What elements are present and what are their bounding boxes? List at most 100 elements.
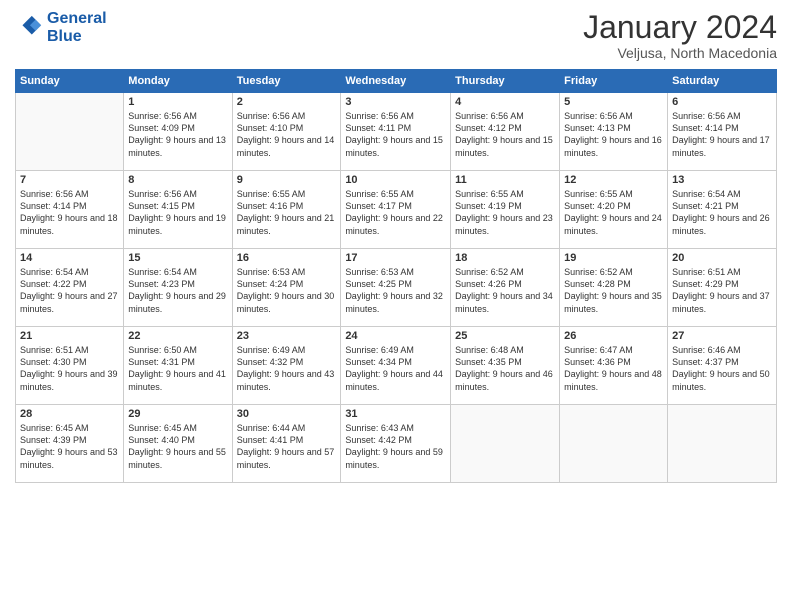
calendar-cell: 10 Sunrise: 6:55 AMSunset: 4:17 PMDayligh… <box>341 171 451 249</box>
header-day-wednesday: Wednesday <box>341 70 451 93</box>
calendar-cell: 12Sunrise: 6:55 AMSunset: 4:20 PMDayligh… <box>560 171 668 249</box>
day-info: Sunrise: 6:46 AMSunset: 4:37 PMDaylight:… <box>672 344 772 393</box>
day-info: Sunrise: 6:48 AMSunset: 4:35 PMDaylight:… <box>455 344 555 393</box>
calendar-cell: 13 Sunrise: 6:54 AMSunset: 4:21 PMDayligh… <box>668 171 777 249</box>
day-info: Sunrise: 6:47 AMSunset: 4:36 PMDaylight:… <box>564 344 663 393</box>
day-info: Sunrise: 6:53 AMSunset: 4:25 PMDaylight:… <box>345 266 446 315</box>
calendar-cell: 17Sunrise: 6:53 AMSunset: 4:25 PMDayligh… <box>341 249 451 327</box>
header-day-sunday: Sunday <box>16 70 124 93</box>
calendar-title: January 2024 <box>583 10 777 45</box>
calendar-cell <box>668 405 777 483</box>
calendar-cell: 7 Sunrise: 6:56 AMSunset: 4:14 PMDaylight… <box>16 171 124 249</box>
day-number: 7 <box>20 174 119 186</box>
day-info: Sunrise: 6:53 AMSunset: 4:24 PMDaylight:… <box>237 266 337 315</box>
day-number: 20 <box>672 252 772 264</box>
calendar-cell: 21 Sunrise: 6:51 AMSunset: 4:30 PMDayligh… <box>16 327 124 405</box>
calendar-week-4: 28 Sunrise: 6:45 AMSunset: 4:39 PMDayligh… <box>16 405 777 483</box>
day-info: Sunrise: 6:56 AMSunset: 4:13 PMDaylight:… <box>564 110 663 159</box>
calendar-cell: 1Sunrise: 6:56 AMSunset: 4:09 PMDaylight… <box>124 93 232 171</box>
calendar-cell: 16Sunrise: 6:53 AMSunset: 4:24 PMDayligh… <box>232 249 341 327</box>
calendar-cell: 3Sunrise: 6:56 AMSunset: 4:11 PMDaylight… <box>341 93 451 171</box>
day-info: Sunrise: 6:45 AMSunset: 4:40 PMDaylight:… <box>128 422 227 471</box>
calendar-cell: 5 Sunrise: 6:56 AMSunset: 4:13 PMDaylight… <box>560 93 668 171</box>
day-number: 1 <box>128 96 227 108</box>
calendar-cell <box>16 93 124 171</box>
day-info: Sunrise: 6:54 AMSunset: 4:23 PMDaylight:… <box>128 266 227 315</box>
calendar-cell: 11Sunrise: 6:55 AMSunset: 4:19 PMDayligh… <box>451 171 560 249</box>
calendar-week-0: 1Sunrise: 6:56 AMSunset: 4:09 PMDaylight… <box>16 93 777 171</box>
day-number: 9 <box>237 174 337 186</box>
day-info: Sunrise: 6:51 AMSunset: 4:29 PMDaylight:… <box>672 266 772 315</box>
logo: General Blue <box>15 10 107 45</box>
calendar-cell: 2 Sunrise: 6:56 AMSunset: 4:10 PMDaylight… <box>232 93 341 171</box>
day-number: 5 <box>564 96 663 108</box>
day-number: 30 <box>237 408 337 420</box>
day-info: Sunrise: 6:51 AMSunset: 4:30 PMDaylight:… <box>20 344 119 393</box>
day-info: Sunrise: 6:52 AMSunset: 4:28 PMDaylight:… <box>564 266 663 315</box>
calendar-cell: 15 Sunrise: 6:54 AMSunset: 4:23 PMDayligh… <box>124 249 232 327</box>
calendar-cell: 20 Sunrise: 6:51 AMSunset: 4:29 PMDayligh… <box>668 249 777 327</box>
logo-icon <box>15 14 43 42</box>
day-number: 6 <box>672 96 772 108</box>
day-info: Sunrise: 6:54 AMSunset: 4:21 PMDaylight:… <box>672 188 772 237</box>
calendar-cell: 27 Sunrise: 6:46 AMSunset: 4:37 PMDayligh… <box>668 327 777 405</box>
header-day-monday: Monday <box>124 70 232 93</box>
calendar-cell: 28 Sunrise: 6:45 AMSunset: 4:39 PMDayligh… <box>16 405 124 483</box>
calendar-week-1: 7 Sunrise: 6:56 AMSunset: 4:14 PMDaylight… <box>16 171 777 249</box>
calendar-cell <box>560 405 668 483</box>
day-number: 27 <box>672 330 772 342</box>
day-number: 22 <box>128 330 227 342</box>
day-info: Sunrise: 6:56 AMSunset: 4:14 PMDaylight:… <box>20 188 119 237</box>
calendar-cell: 22 Sunrise: 6:50 AMSunset: 4:31 PMDayligh… <box>124 327 232 405</box>
logo-text: General Blue <box>47 10 107 45</box>
calendar-cell: 4 Sunrise: 6:56 AMSunset: 4:12 PMDaylight… <box>451 93 560 171</box>
day-info: Sunrise: 6:56 AMSunset: 4:14 PMDaylight:… <box>672 110 772 159</box>
day-number: 18 <box>455 252 555 264</box>
header-day-friday: Friday <box>560 70 668 93</box>
day-number: 25 <box>455 330 555 342</box>
day-info: Sunrise: 6:50 AMSunset: 4:31 PMDaylight:… <box>128 344 227 393</box>
header: General Blue January 2024 Veljusa, North… <box>15 10 777 61</box>
day-number: 4 <box>455 96 555 108</box>
calendar-table: SundayMondayTuesdayWednesdayThursdayFrid… <box>15 69 777 483</box>
calendar-header-row: SundayMondayTuesdayWednesdayThursdayFrid… <box>16 70 777 93</box>
calendar-cell <box>451 405 560 483</box>
day-number: 3 <box>345 96 446 108</box>
day-number: 15 <box>128 252 227 264</box>
day-info: Sunrise: 6:56 AMSunset: 4:15 PMDaylight:… <box>128 188 227 237</box>
calendar-week-2: 14Sunrise: 6:54 AMSunset: 4:22 PMDayligh… <box>16 249 777 327</box>
day-info: Sunrise: 6:56 AMSunset: 4:12 PMDaylight:… <box>455 110 555 159</box>
day-info: Sunrise: 6:45 AMSunset: 4:39 PMDaylight:… <box>20 422 119 471</box>
calendar-cell: 26 Sunrise: 6:47 AMSunset: 4:36 PMDayligh… <box>560 327 668 405</box>
calendar-week-3: 21 Sunrise: 6:51 AMSunset: 4:30 PMDayligh… <box>16 327 777 405</box>
day-info: Sunrise: 6:49 AMSunset: 4:34 PMDaylight:… <box>345 344 446 393</box>
day-number: 19 <box>564 252 663 264</box>
day-number: 2 <box>237 96 337 108</box>
calendar-page: General Blue January 2024 Veljusa, North… <box>0 0 792 612</box>
calendar-cell: 25 Sunrise: 6:48 AMSunset: 4:35 PMDayligh… <box>451 327 560 405</box>
day-info: Sunrise: 6:43 AMSunset: 4:42 PMDaylight:… <box>345 422 446 471</box>
day-info: Sunrise: 6:56 AMSunset: 4:10 PMDaylight:… <box>237 110 337 159</box>
header-day-saturday: Saturday <box>668 70 777 93</box>
calendar-cell: 6 Sunrise: 6:56 AMSunset: 4:14 PMDaylight… <box>668 93 777 171</box>
day-number: 13 <box>672 174 772 186</box>
calendar-subtitle: Veljusa, North Macedonia <box>583 45 777 61</box>
day-number: 21 <box>20 330 119 342</box>
day-number: 8 <box>128 174 227 186</box>
day-info: Sunrise: 6:55 AMSunset: 4:19 PMDaylight:… <box>455 188 555 237</box>
calendar-cell: 9 Sunrise: 6:55 AMSunset: 4:16 PMDaylight… <box>232 171 341 249</box>
day-number: 24 <box>345 330 446 342</box>
day-info: Sunrise: 6:55 AMSunset: 4:17 PMDaylight:… <box>345 188 446 237</box>
day-info: Sunrise: 6:44 AMSunset: 4:41 PMDaylight:… <box>237 422 337 471</box>
day-info: Sunrise: 6:54 AMSunset: 4:22 PMDaylight:… <box>20 266 119 315</box>
day-number: 28 <box>20 408 119 420</box>
day-number: 10 <box>345 174 446 186</box>
day-number: 26 <box>564 330 663 342</box>
day-info: Sunrise: 6:52 AMSunset: 4:26 PMDaylight:… <box>455 266 555 315</box>
calendar-cell: 29Sunrise: 6:45 AMSunset: 4:40 PMDayligh… <box>124 405 232 483</box>
day-info: Sunrise: 6:55 AMSunset: 4:16 PMDaylight:… <box>237 188 337 237</box>
header-day-tuesday: Tuesday <box>232 70 341 93</box>
day-number: 12 <box>564 174 663 186</box>
calendar-cell: 24 Sunrise: 6:49 AMSunset: 4:34 PMDayligh… <box>341 327 451 405</box>
title-block: January 2024 Veljusa, North Macedonia <box>583 10 777 61</box>
